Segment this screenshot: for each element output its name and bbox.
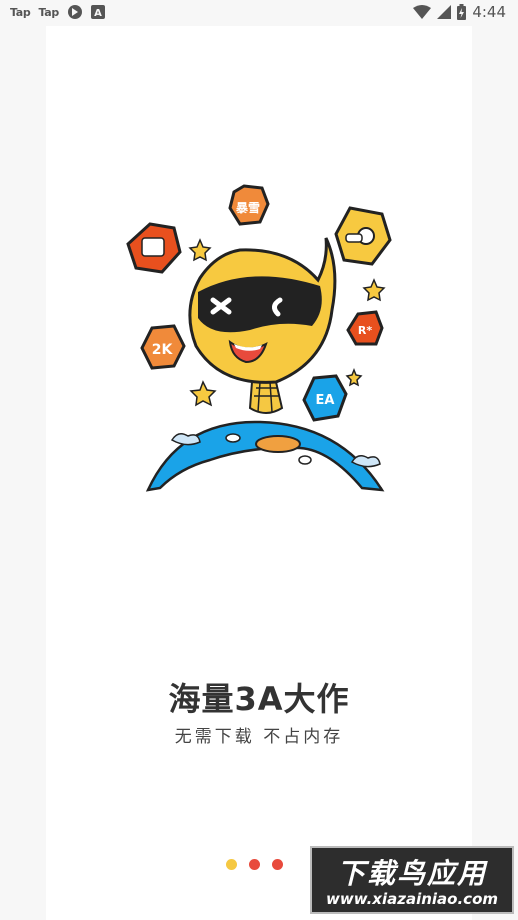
svg-text:暴雪: 暴雪 xyxy=(235,201,260,215)
onboarding-subtitle: 无需下载 不占内存 xyxy=(174,727,344,747)
steam-badge-icon xyxy=(334,206,392,266)
svg-text:2K: 2K xyxy=(152,342,174,358)
page-dot[interactable] xyxy=(249,859,260,870)
page-dot[interactable] xyxy=(272,859,283,870)
watermark-logo: 下载鸟应用 www.xiazainiao.com xyxy=(310,846,514,914)
star-icon xyxy=(345,367,363,387)
taptap-notification-icon: Tap xyxy=(38,5,59,19)
status-bar-notifications: Tap Tap A xyxy=(10,4,105,20)
balloon-basket-icon xyxy=(248,381,284,414)
star-icon xyxy=(362,278,386,302)
status-bar-system: 4:44 xyxy=(413,3,506,21)
fist-badge-icon xyxy=(126,222,182,274)
svg-text:EA: EA xyxy=(316,393,335,408)
star-icon xyxy=(189,380,217,407)
status-bar: Tap Tap A 4:44 xyxy=(0,0,518,26)
blizzard-badge-icon: 暴雪 xyxy=(228,184,270,226)
sync-icon xyxy=(67,5,82,19)
svg-text:A: A xyxy=(94,8,102,19)
watermark-title: 下载鸟应用 xyxy=(336,857,487,890)
wifi-icon xyxy=(413,5,432,19)
rockstar-badge-icon: R* xyxy=(346,310,384,346)
page-indicator xyxy=(226,859,283,870)
globe-icon xyxy=(145,420,385,492)
cellular-signal-icon xyxy=(437,5,452,19)
onboarding-title: 海量3A大作 xyxy=(168,680,350,718)
taptap-notification-icon: Tap xyxy=(10,5,31,19)
ea-badge-icon: EA xyxy=(302,374,348,422)
translate-icon: A xyxy=(90,5,105,19)
battery-icon xyxy=(457,4,467,20)
clock: 4:44 xyxy=(472,3,506,21)
page-dot-active[interactable] xyxy=(226,859,237,870)
star-icon xyxy=(188,238,212,262)
mascot-icon xyxy=(188,237,337,384)
onboarding-illustration: 暴雪 2K R* EA xyxy=(126,184,392,492)
2k-badge-icon: 2K xyxy=(140,324,186,370)
watermark-url: www.xiazainiao.com xyxy=(325,890,499,908)
svg-text:R*: R* xyxy=(358,324,372,337)
